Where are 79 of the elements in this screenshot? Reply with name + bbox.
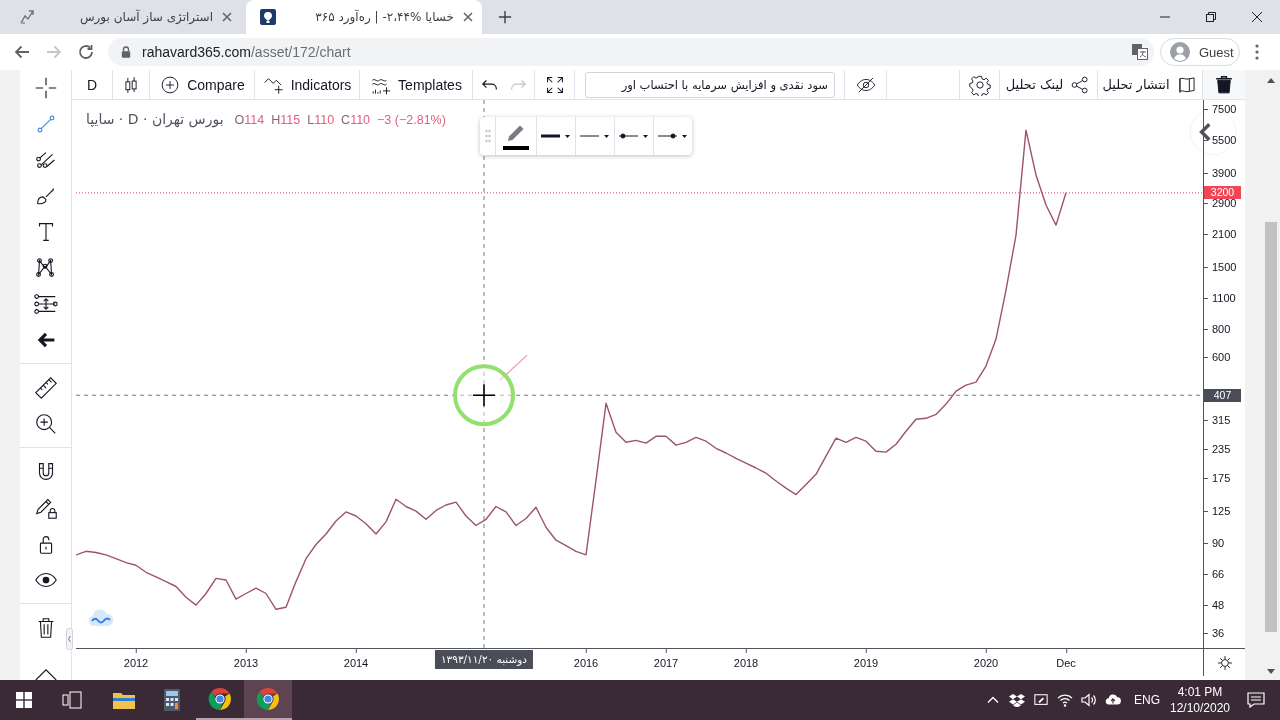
ohlc-value: C110 <box>341 113 371 127</box>
time-axis-label: 2014 <box>343 649 369 670</box>
taskbar-app[interactable] <box>244 680 292 720</box>
line-end-icon[interactable] <box>657 130 689 142</box>
translate-icon[interactable] <box>1131 43 1149 61</box>
time-axis-label: 2016 <box>573 649 599 670</box>
price-change: −3 (−2.81%) <box>377 113 446 127</box>
time-axis-label: 2020 <box>973 649 999 670</box>
windows-logo-icon[interactable] <box>16 692 32 708</box>
ohlc-value: H115 <box>271 113 301 127</box>
note-field[interactable]: سود نقدی و افزایش سرمایه با احتساب اور <box>585 71 835 98</box>
range-icon[interactable] <box>32 291 59 317</box>
pen-display-icon[interactable] <box>1033 693 1049 707</box>
settings-icon[interactable] <box>968 73 991 96</box>
time-axis-label: 2017 <box>653 649 679 670</box>
fullscreen-icon[interactable] <box>545 75 564 94</box>
scroll-up-arrow-icon[interactable] <box>1267 78 1275 83</box>
trash-icon[interactable] <box>1213 73 1235 96</box>
drag-handle-icon[interactable] <box>485 129 491 143</box>
time-axis-label: 2018 <box>733 649 759 670</box>
restore-icon[interactable] <box>1206 12 1216 22</box>
price-axis-label: 1500 <box>1204 261 1237 274</box>
volume-icon[interactable] <box>1081 693 1097 707</box>
price-axis-label: 48 <box>1204 599 1225 612</box>
task-view-icon[interactable] <box>62 691 82 709</box>
profile-button[interactable]: Guest <box>1160 38 1240 66</box>
line-start-icon[interactable] <box>618 130 650 142</box>
collapse-handle-icon[interactable] <box>66 628 73 650</box>
time-axis-label: Dec <box>1056 649 1076 670</box>
price-axis-label: 2100 <box>1204 228 1237 241</box>
ohlc-value: O114 <box>234 113 265 127</box>
new-tab-icon[interactable] <box>498 10 512 24</box>
lock-icon <box>121 46 131 58</box>
price-axis-label: 125 <box>1204 505 1231 518</box>
crosshair-price-label: 407 <box>1204 389 1241 403</box>
open-box-icon[interactable] <box>1009 693 1025 707</box>
price-axis-label: 5500 <box>1204 133 1237 146</box>
toolbar-button[interactable]: Compare <box>150 70 255 99</box>
time-axis-label: 2012 <box>123 649 149 670</box>
menu-icon[interactable] <box>1255 44 1259 60</box>
wifi-icon[interactable] <box>1057 693 1073 707</box>
reload-icon[interactable] <box>78 44 94 60</box>
ohlc-value: L110 <box>307 113 335 127</box>
price-axis-label: 175 <box>1204 472 1231 485</box>
price-axis-label: 66 <box>1204 567 1225 580</box>
toolbar-button[interactable]: Templates <box>360 70 473 99</box>
ruler-icon[interactable] <box>32 375 59 401</box>
color-swatch-icon[interactable] <box>503 145 529 150</box>
time-axis-label: 2019 <box>853 649 879 670</box>
time-axis-label: 2013 <box>233 649 259 670</box>
price-axis-label: 36 <box>1204 627 1225 640</box>
ring-logo-icon <box>256 687 280 711</box>
toolbar-button[interactable]: Indicators <box>255 70 360 99</box>
ring-logo-icon <box>208 687 232 711</box>
price-axis-label: 1100 <box>1204 291 1236 304</box>
settings-icon[interactable] <box>1216 654 1233 671</box>
price-axis-label: 800 <box>1204 322 1231 335</box>
price-axis-label: 3900 <box>1204 167 1237 180</box>
notification-icon[interactable] <box>1247 692 1265 708</box>
price-axis-label: 235 <box>1204 443 1231 456</box>
price-axis-label: 7500 <box>1204 103 1237 116</box>
back-icon[interactable] <box>14 44 30 60</box>
address-bar[interactable]: rahavard365.com/asset/172/chart <box>108 38 1154 66</box>
crosshair-date-label: دوشنبه ۱۳۹۳/۱۱/۲۰ <box>434 650 534 669</box>
scrollbar-thumb[interactable] <box>1265 222 1277 632</box>
cloud-upload-icon[interactable] <box>1105 693 1121 707</box>
favicon-icon <box>19 9 35 25</box>
price-axis-label: 2900 <box>1204 196 1237 209</box>
scroll-down-arrow-icon[interactable] <box>1267 669 1275 674</box>
interval-button[interactable]: D <box>72 70 113 99</box>
legend-title: سایپا · D · بورس تهران <box>86 111 224 127</box>
price-axis-label: 315 <box>1204 414 1231 427</box>
price-axis-label: 600 <box>1204 351 1231 364</box>
avatar-icon <box>1170 42 1190 62</box>
taskbar-clock[interactable]: 4:01 PM 12/10/2020 <box>1165 684 1235 716</box>
last-price-label: 3200 <box>1204 185 1241 199</box>
price-axis-label: 90 <box>1204 537 1225 550</box>
close-icon[interactable] <box>1252 12 1262 22</box>
language-indicator[interactable]: ENG <box>1129 693 1165 707</box>
